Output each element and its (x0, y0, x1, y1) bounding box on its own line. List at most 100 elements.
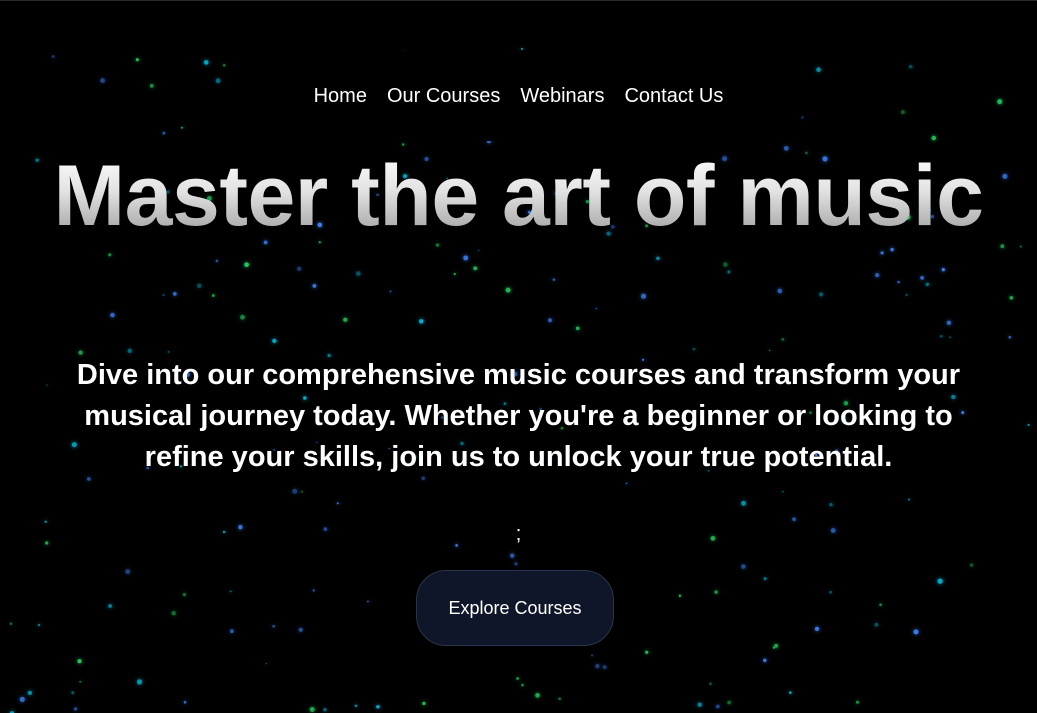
particle-dot (595, 663, 600, 669)
particle-dot (19, 696, 25, 702)
particle-dot (265, 662, 268, 665)
particle-dot (51, 55, 55, 59)
particle-dot (401, 143, 405, 146)
particle-dot (79, 680, 82, 683)
particle-dot (1008, 335, 1012, 339)
particle-dot (323, 707, 327, 712)
particle-dot (763, 576, 767, 581)
particle-dot (27, 690, 33, 696)
nav-webinars-link[interactable]: Webinars (520, 85, 604, 108)
particle-dot (727, 700, 731, 705)
particle-dot (941, 268, 945, 272)
particle-dot (880, 251, 884, 255)
particle-dot (183, 700, 187, 704)
particle-dot (625, 482, 628, 485)
particle-dot (343, 317, 348, 322)
particle-dot (312, 283, 317, 288)
particle-dot (645, 650, 649, 654)
particle-dot (136, 679, 143, 685)
particle-dot (591, 654, 594, 657)
particle-dot (792, 517, 796, 522)
particle-dot (656, 256, 660, 261)
particle-dot (709, 682, 712, 685)
particle-dot (1000, 244, 1005, 249)
particle-dot (741, 500, 746, 506)
nav-home-link[interactable]: Home (314, 85, 367, 108)
particle-dot (37, 623, 41, 627)
particle-dot (215, 259, 219, 263)
particle-dot (575, 326, 580, 331)
particle-dot (874, 622, 879, 627)
particle-dot (801, 116, 804, 119)
particle-dot (196, 283, 202, 289)
particle-dot (829, 590, 832, 594)
particle-dot (272, 624, 275, 628)
particle-dot (100, 78, 106, 84)
particle-dot (376, 705, 380, 709)
particle-dot (298, 627, 303, 632)
particle-dot (182, 592, 187, 597)
particle-dot (356, 271, 361, 276)
particle-dot (723, 262, 728, 267)
particle-dot (240, 314, 245, 320)
particle-dot (292, 488, 298, 494)
particle-dot (108, 604, 112, 608)
particle-dot (939, 334, 943, 338)
particle-dot (890, 247, 894, 252)
particle-dot (715, 704, 720, 709)
particle-dot (777, 288, 783, 294)
particle-dot (215, 78, 221, 84)
particle-dot (73, 707, 78, 711)
particle-dot (692, 347, 696, 351)
particle-dot (829, 503, 833, 507)
particle-dot (296, 266, 302, 271)
particle-dot (521, 683, 524, 687)
particle-dot (419, 319, 424, 324)
particle-dot (781, 337, 785, 341)
particle-dot (77, 659, 82, 664)
particle-dot (312, 589, 315, 592)
particle-dot (640, 293, 647, 299)
particle-dot (230, 629, 234, 634)
particle-dot (1019, 245, 1022, 248)
particle-dot (127, 348, 132, 353)
particle-dot (162, 131, 166, 135)
particle-dot (855, 700, 860, 704)
particle-dot (354, 704, 358, 708)
particle-dot (422, 701, 426, 706)
particle-dot (272, 338, 277, 344)
particle-dot (162, 293, 165, 297)
particle-dot (602, 665, 607, 670)
particle-dot (473, 266, 478, 271)
particle-dot (516, 677, 519, 680)
particle-dot (108, 253, 112, 257)
nav-our-courses-link[interactable]: Our Courses (387, 85, 500, 108)
hero-subtitle: Dive into our comprehensive music course… (76, 359, 961, 473)
particle-dot (727, 270, 731, 274)
nav-contact-us-link[interactable]: Contact Us (624, 85, 723, 108)
particle-dot (875, 272, 880, 278)
particle-dot (389, 290, 392, 293)
particle-dot (678, 594, 682, 598)
hero-title: Master the art of music (0, 151, 1037, 241)
particle-dot (71, 691, 75, 695)
particle-dot (781, 490, 784, 493)
particle-dot (514, 562, 518, 566)
particle-dot (172, 292, 177, 296)
particle-dot (477, 249, 480, 252)
particle-dot (211, 294, 215, 297)
explore-courses-button[interactable]: Explore Courses (416, 570, 614, 646)
particle-dot (548, 318, 552, 323)
particle-dot (997, 99, 1003, 105)
particle-dot (244, 262, 249, 268)
particle-dot (595, 307, 598, 310)
particle-dot (453, 273, 456, 276)
particle-dot (763, 658, 767, 663)
particle-dot (135, 58, 139, 62)
particle-dot (931, 135, 937, 141)
particle-dot (925, 282, 930, 287)
particle-dot (300, 490, 303, 493)
particle-dot (9, 622, 13, 626)
particle-dot (505, 287, 511, 293)
particle-dot (818, 292, 824, 297)
